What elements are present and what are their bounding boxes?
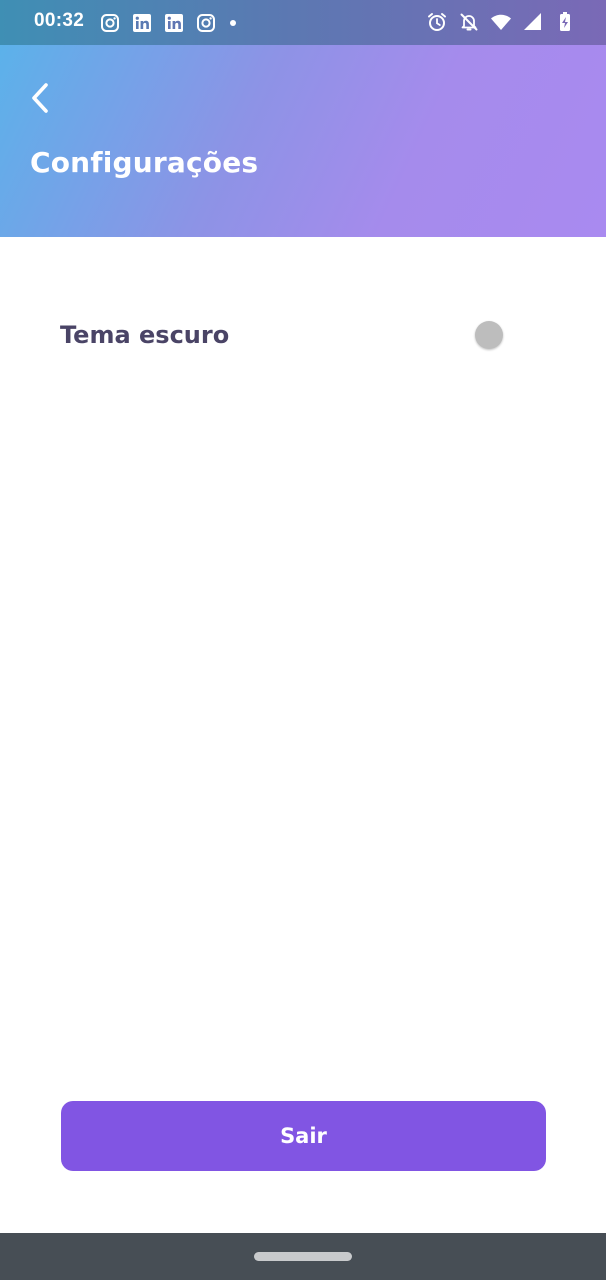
toggle-thumb [475, 321, 503, 349]
battery-charging-icon [554, 11, 576, 33]
instagram-icon [100, 13, 120, 33]
chevron-left-icon [32, 83, 48, 113]
app-header: 00:32 Configurações [0, 0, 606, 237]
home-gesture-handle[interactable] [254, 1252, 352, 1261]
instagram-icon [196, 13, 216, 33]
linkedin-icon [132, 13, 152, 33]
notification-dot-icon [230, 20, 236, 26]
logout-button-label: Sair [280, 1124, 327, 1148]
dark-theme-toggle[interactable] [472, 318, 506, 352]
page-title: Configurações [30, 146, 259, 179]
status-time: 00:32 [34, 10, 85, 31]
dark-theme-label: Tema escuro [60, 321, 230, 349]
signal-icon [522, 11, 544, 33]
linkedin-icon [164, 13, 184, 33]
status-system-icons [416, 11, 576, 33]
alarm-icon [426, 11, 448, 33]
system-navigation-bar [0, 1233, 606, 1280]
logout-button[interactable]: Sair [61, 1101, 546, 1171]
notifications-off-icon [458, 11, 480, 33]
wifi-icon [490, 11, 512, 33]
status-notification-icons [100, 12, 236, 34]
setting-row-dark-theme: Tema escuro [60, 310, 506, 360]
back-button[interactable] [24, 80, 56, 116]
status-bar: 00:32 [0, 0, 606, 45]
